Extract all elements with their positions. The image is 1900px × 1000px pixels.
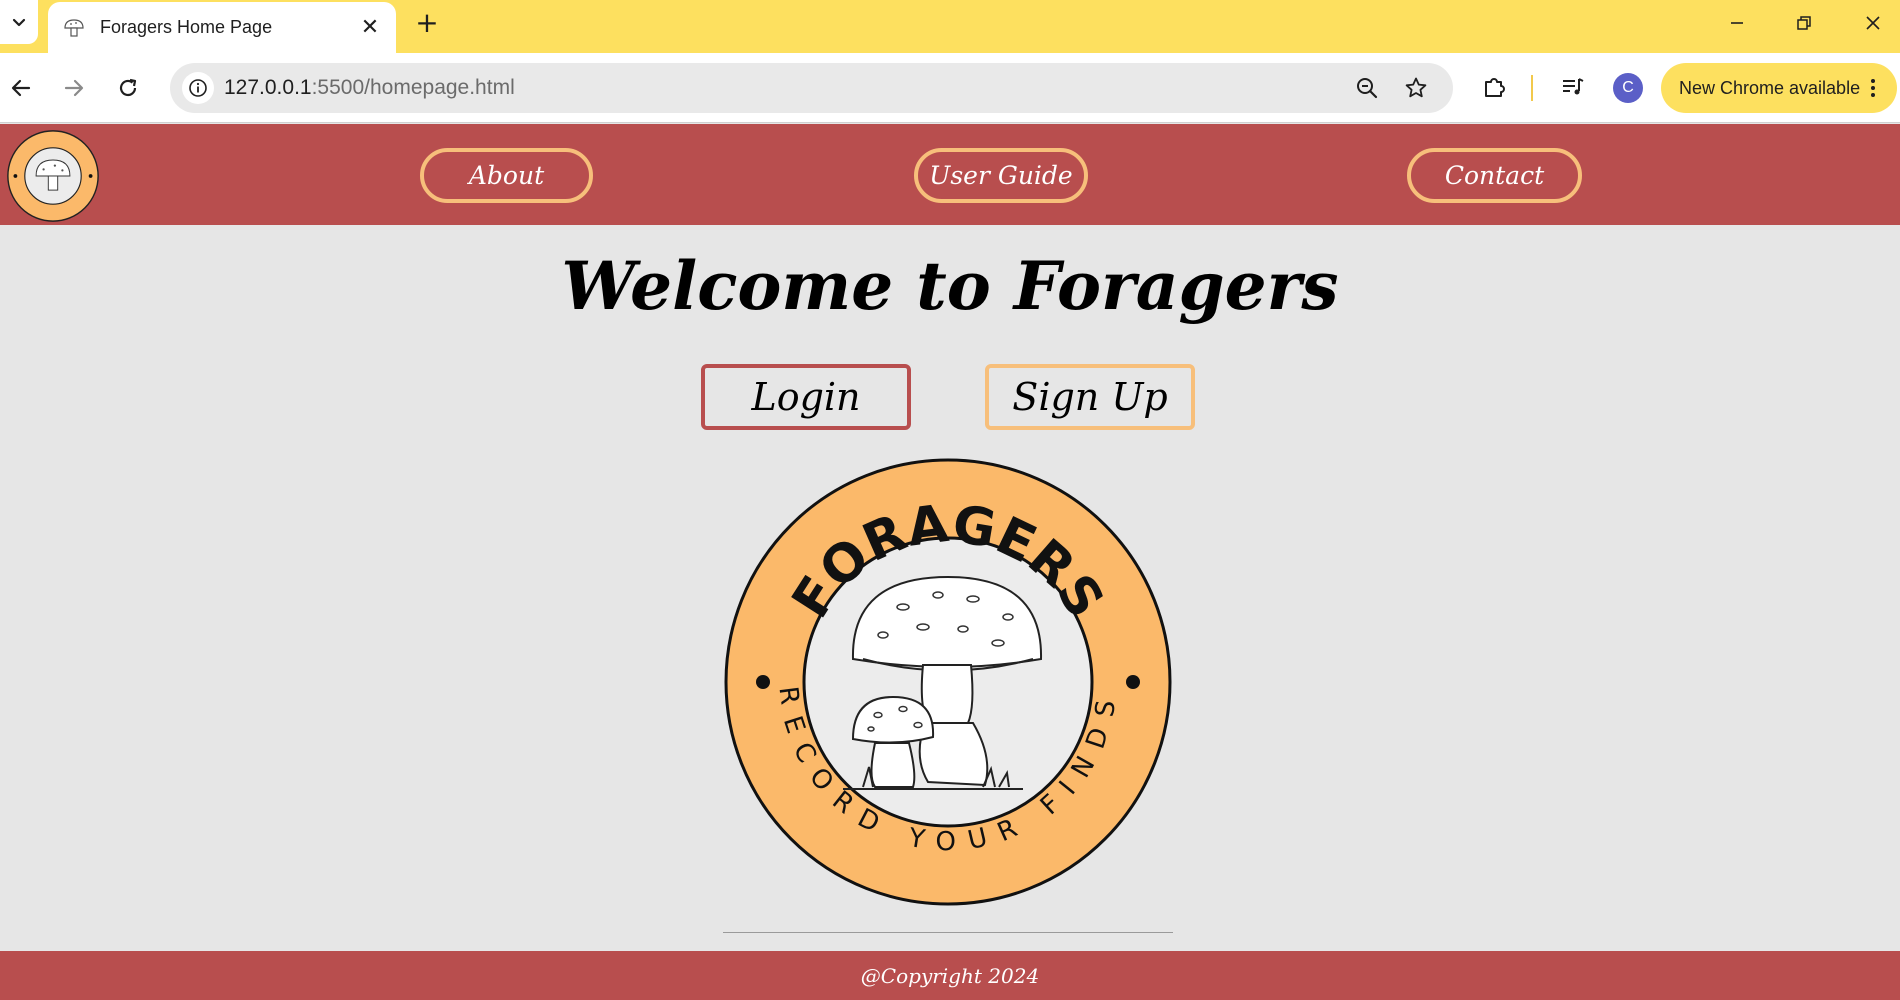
chrome-update-button[interactable]: New Chrome available [1661, 63, 1897, 113]
site-footer: @Copyright 2024 [0, 951, 1900, 1000]
active-tab[interactable]: Foragers Home Page ✕ [48, 2, 396, 53]
address-bar[interactable]: 127.0.0.1:5500/homepage.html [170, 63, 1453, 113]
signup-button[interactable]: Sign Up [985, 364, 1195, 430]
foragers-logo-small[interactable] [6, 129, 100, 223]
forward-arrow-icon[interactable] [59, 73, 89, 103]
new-tab-plus-icon[interactable]: + [412, 8, 442, 38]
url-path: :5500/homepage.html [311, 76, 515, 99]
nav-about-button[interactable]: About [420, 148, 593, 203]
tab-close-icon[interactable]: ✕ [358, 15, 382, 40]
restore-icon[interactable] [1789, 8, 1819, 38]
back-arrow-icon[interactable] [6, 73, 36, 103]
login-button[interactable]: Login [701, 364, 911, 430]
profile-avatar[interactable]: C [1613, 73, 1643, 103]
chevron-down-icon [12, 18, 26, 27]
tab-title: Foragers Home Page [100, 17, 273, 37]
reload-icon[interactable] [113, 73, 143, 103]
minimize-icon[interactable] [1722, 8, 1752, 38]
tab-search-button[interactable] [0, 0, 38, 44]
welcome-heading: Welcome to Foragers [561, 247, 1339, 325]
nav-contact-button[interactable]: Contact [1407, 148, 1582, 203]
site-header: About User Guide Contact [0, 124, 1900, 225]
tab-strip: Foragers Home Page ✕ + [0, 0, 1900, 53]
mushroom-favicon-icon [64, 18, 84, 37]
url-host: 127.0.0.1 [224, 76, 312, 99]
footer-divider [723, 932, 1173, 933]
zoom-icon[interactable] [1354, 75, 1380, 101]
menu-kebab-icon[interactable] [1861, 79, 1885, 97]
toolbar-separator [1531, 75, 1533, 101]
url-text: 127.0.0.1:5500/homepage.html [224, 76, 515, 100]
foragers-logo: FORAGERS RECORD YOUR FINDS [724, 458, 1172, 906]
site-info-icon[interactable] [182, 72, 214, 104]
page-content: About User Guide Contact Welcome to Fora… [0, 124, 1900, 1000]
chrome-update-label: New Chrome available [1679, 77, 1861, 98]
browser-toolbar: 127.0.0.1:5500/homepage.html C New Chrom… [0, 53, 1900, 123]
bookmark-star-icon[interactable] [1403, 75, 1429, 101]
nav-user-guide-button[interactable]: User Guide [914, 148, 1088, 203]
extensions-puzzle-icon[interactable] [1479, 72, 1509, 102]
copyright-text: @Copyright 2024 [860, 963, 1040, 988]
close-window-icon[interactable] [1858, 8, 1888, 38]
media-control-icon[interactable] [1558, 72, 1588, 102]
